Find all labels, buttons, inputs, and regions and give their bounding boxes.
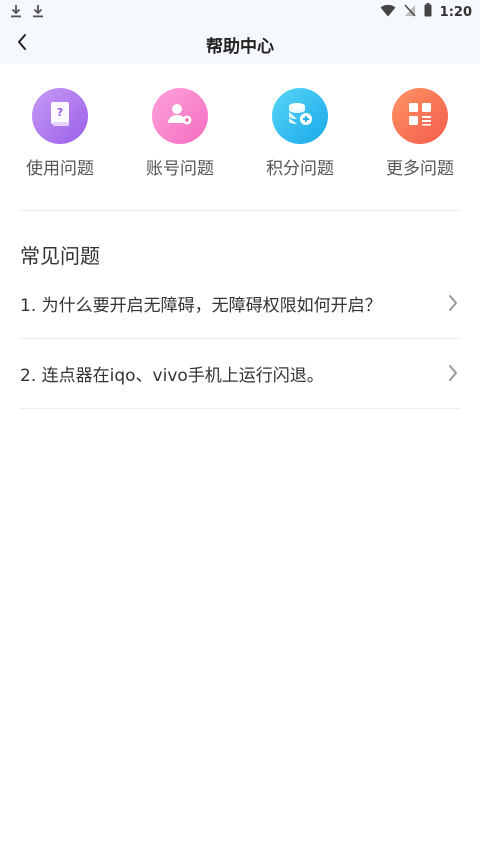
- battery-icon: [424, 3, 432, 21]
- coin-stack-icon: [286, 101, 314, 131]
- user-gear-icon: [166, 101, 194, 131]
- signal-off-icon: [404, 4, 416, 21]
- faq-item-2[interactable]: 2. 连点器在iqo、vivo手机上运行闪退。: [0, 338, 480, 408]
- category-points-label: 积分问题: [266, 159, 334, 179]
- category-row: ? 使用问题 账号问题 积分问题 更多问题: [0, 88, 480, 188]
- category-more-label: 更多问题: [386, 159, 454, 179]
- faq-item-1[interactable]: 1. 为什么要开启无障碍，无障碍权限如何开启？: [0, 268, 480, 338]
- category-account[interactable]: 账号问题: [130, 88, 230, 179]
- category-points[interactable]: 积分问题: [250, 88, 350, 179]
- category-account-label: 账号问题: [146, 159, 214, 179]
- category-usage[interactable]: ? 使用问题: [10, 88, 110, 179]
- page-title: 帮助中心: [206, 36, 274, 57]
- download-icon: [10, 3, 22, 22]
- chevron-left-icon: [16, 33, 28, 55]
- svg-text:?: ?: [57, 106, 63, 119]
- back-button[interactable]: [8, 24, 36, 64]
- faq-section-title: 常见问题: [20, 244, 100, 268]
- status-bar: 1:20: [0, 0, 480, 24]
- category-points-circle: [272, 88, 328, 144]
- grid-more-icon: [408, 102, 432, 130]
- chevron-right-icon: [446, 293, 460, 313]
- category-more-circle: [392, 88, 448, 144]
- chevron-right-icon: [446, 363, 460, 383]
- category-account-circle: [152, 88, 208, 144]
- category-usage-circle: ?: [32, 88, 88, 144]
- status-time: 1:20: [439, 4, 472, 20]
- faq-item-text: 1. 为什么要开启无障碍，无障碍权限如何开启？: [20, 295, 382, 316]
- faq-item-text: 2. 连点器在iqo、vivo手机上运行闪退。: [20, 365, 324, 386]
- question-book-icon: ?: [47, 100, 73, 132]
- category-usage-label: 使用问题: [26, 159, 94, 179]
- download-icon: [32, 3, 44, 22]
- divider: [20, 408, 460, 409]
- category-more[interactable]: 更多问题: [370, 88, 470, 179]
- wifi-icon: [380, 4, 396, 21]
- app-header: 帮助中心: [0, 24, 480, 64]
- divider: [20, 210, 460, 211]
